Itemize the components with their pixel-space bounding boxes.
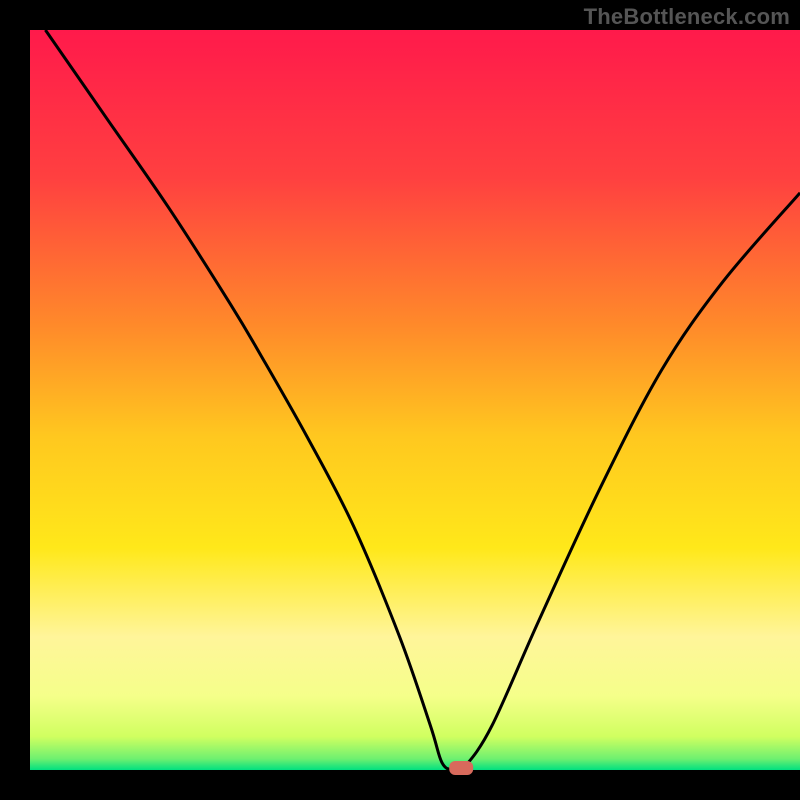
optimum-marker [449,761,473,775]
bottleneck-chart: TheBottleneck.com [0,0,800,800]
chart-canvas [0,0,800,800]
gradient-background [30,30,800,770]
watermark-text: TheBottleneck.com [584,4,790,30]
